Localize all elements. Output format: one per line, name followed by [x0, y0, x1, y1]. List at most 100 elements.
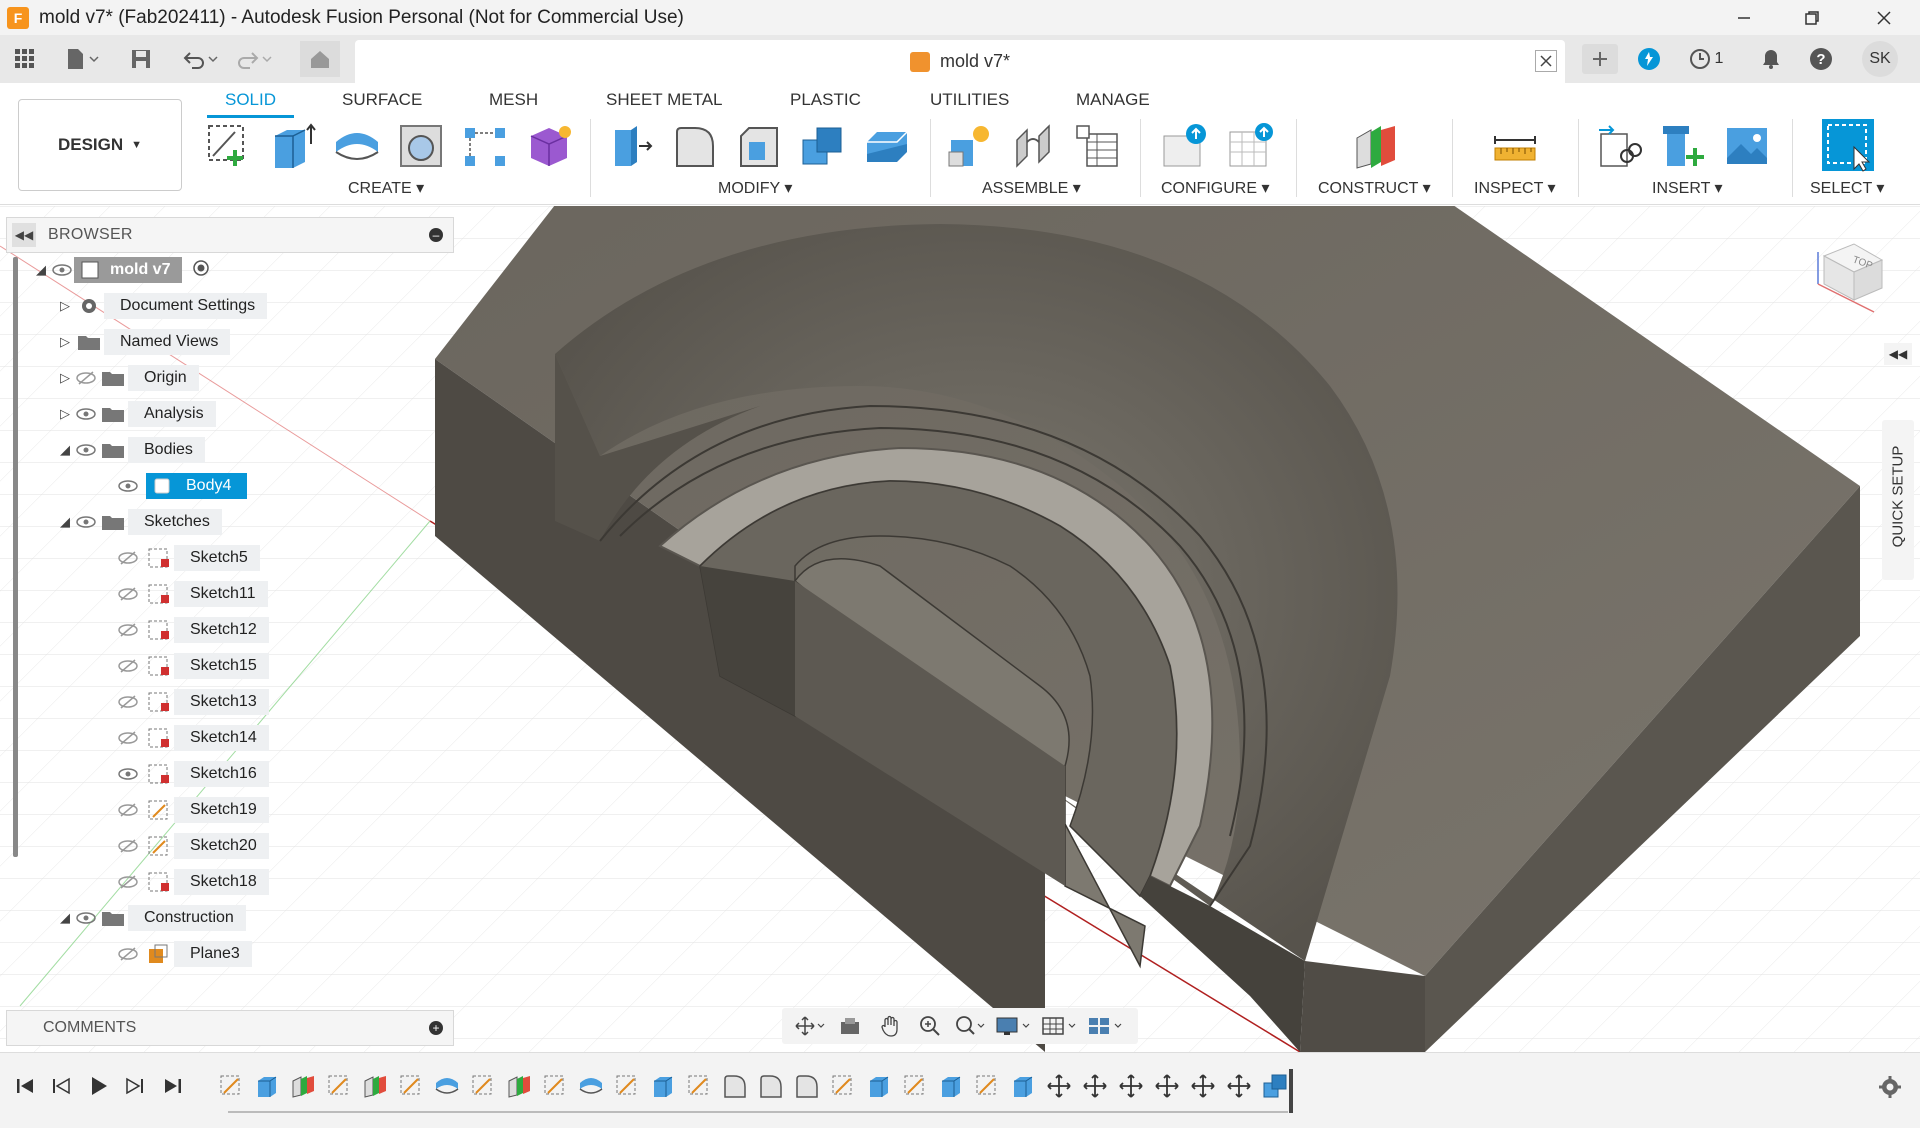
new-component-button[interactable]	[944, 121, 994, 171]
close-tab-button[interactable]	[1535, 50, 1557, 72]
viewports-button[interactable]	[1082, 1011, 1128, 1041]
tree-item-construction[interactable]: ◢ Construction	[56, 903, 246, 933]
joint-button[interactable]	[1008, 121, 1058, 171]
job-status-button[interactable]: 1	[1684, 44, 1728, 74]
timeline-marker[interactable]	[1289, 1069, 1293, 1113]
insert-mcmaster-button[interactable]	[1658, 121, 1708, 171]
extrude-button[interactable]	[268, 121, 318, 171]
offset-face-button[interactable]	[862, 121, 912, 171]
timeline-feature-move[interactable]	[1046, 1073, 1072, 1099]
notifications-button[interactable]	[1756, 44, 1786, 74]
tree-item-bodies[interactable]: ◢ Bodies	[56, 435, 205, 465]
expand-arrow-icon[interactable]: ▷	[56, 370, 74, 386]
tab-plastic[interactable]: PLASTIC	[790, 88, 861, 118]
eye-hidden-icon[interactable]	[116, 943, 140, 965]
workspace-switcher[interactable]: DESIGN ▼	[18, 99, 182, 191]
measure-button[interactable]	[1490, 121, 1540, 171]
timeline-feature-extrude[interactable]	[866, 1073, 892, 1099]
create-menu[interactable]: CREATE ▾	[348, 178, 424, 198]
combine-button[interactable]	[798, 121, 848, 171]
eye-hidden-icon[interactable]	[116, 655, 140, 677]
tab-solid[interactable]: SOLID	[207, 88, 295, 118]
hole-button[interactable]	[396, 121, 446, 171]
browser-scrollbar[interactable]	[13, 257, 18, 857]
eye-hidden-icon[interactable]	[74, 367, 98, 389]
timeline-feature-move[interactable]	[1190, 1073, 1216, 1099]
tree-item-plane3[interactable]: Plane3	[116, 939, 252, 969]
undo-button[interactable]	[178, 43, 222, 75]
collapse-arrow-icon[interactable]: ◢	[56, 514, 74, 530]
new-tab-button[interactable]	[1582, 44, 1618, 74]
tree-item-sketch5[interactable]: Sketch5	[116, 543, 260, 573]
insert-menu[interactable]: INSERT ▾	[1652, 178, 1723, 198]
select-button[interactable]	[1820, 117, 1876, 173]
tree-item-sketch14[interactable]: Sketch14	[116, 723, 269, 753]
timeline-feature-extrude[interactable]	[1010, 1073, 1036, 1099]
app-grid-button[interactable]	[10, 43, 40, 75]
eye-icon[interactable]	[116, 475, 140, 497]
select-menu[interactable]: SELECT ▾	[1810, 178, 1884, 198]
tab-mesh[interactable]: MESH	[489, 88, 538, 118]
timeline-feature-sketch[interactable]	[470, 1073, 496, 1099]
timeline-settings-button[interactable]	[1878, 1075, 1902, 1105]
configure-menu[interactable]: CONFIGURE ▾	[1161, 178, 1269, 198]
eye-hidden-icon[interactable]	[116, 727, 140, 749]
timeline-feature-sketch[interactable]	[398, 1073, 424, 1099]
timeline-feature-move[interactable]	[1118, 1073, 1144, 1099]
timeline-feature-revolve[interactable]	[578, 1073, 604, 1099]
comments-panel[interactable]: COMMENTS +	[6, 1010, 454, 1046]
tree-item-document-settings[interactable]: ▷ Document Settings	[56, 291, 268, 321]
orbit-button[interactable]	[790, 1011, 830, 1041]
extensions-button[interactable]	[1634, 44, 1664, 74]
display-settings-button[interactable]	[990, 1011, 1036, 1041]
expand-arrow-icon[interactable]: ▷	[56, 406, 74, 422]
timeline-feature-plane[interactable]	[290, 1073, 316, 1099]
fillet-button[interactable]	[670, 121, 720, 171]
tab-sheet-metal[interactable]: SHEET METAL	[606, 88, 723, 118]
timeline-feature-sketch[interactable]	[542, 1073, 568, 1099]
eye-hidden-icon[interactable]	[116, 547, 140, 569]
document-tab[interactable]: mold v7*	[355, 40, 1565, 83]
step-back-button[interactable]	[46, 1071, 76, 1101]
go-to-start-button[interactable]	[10, 1071, 40, 1101]
collapse-arrow-icon[interactable]: ◢	[56, 910, 74, 926]
timeline-feature-sketch[interactable]	[902, 1073, 928, 1099]
timeline-feature-move[interactable]	[1226, 1073, 1252, 1099]
configuration-table-button[interactable]	[1226, 121, 1276, 171]
timeline-feature-plane[interactable]	[506, 1073, 532, 1099]
step-forward-button[interactable]	[120, 1071, 150, 1101]
quick-setup-panel[interactable]: QUICK SETUP	[1882, 420, 1914, 580]
revolve-button[interactable]	[332, 121, 382, 171]
quick-setup-expand-button[interactable]: ◀◀	[1884, 343, 1912, 365]
zoom-button[interactable]	[910, 1011, 950, 1041]
tree-item-sketch11[interactable]: Sketch11	[116, 579, 268, 609]
pattern-button[interactable]	[460, 121, 510, 171]
tree-item-sketch13[interactable]: Sketch13	[116, 687, 269, 717]
eye-icon[interactable]	[74, 403, 98, 425]
construct-plane-button[interactable]	[1350, 121, 1400, 171]
eye-icon[interactable]	[74, 511, 98, 533]
restore-button[interactable]	[1784, 0, 1840, 35]
timeline-feature-fillet[interactable]	[794, 1073, 820, 1099]
go-to-end-button[interactable]	[158, 1071, 188, 1101]
collapse-browser-button[interactable]: ◀◀	[12, 223, 36, 247]
fit-button[interactable]	[950, 1011, 990, 1041]
timeline-feature-combine[interactable]	[1262, 1073, 1288, 1099]
minimize-browser-button[interactable]: –	[429, 228, 443, 242]
tree-root[interactable]: ◢ mold v7	[32, 255, 210, 285]
construct-menu[interactable]: CONSTRUCT ▾	[1318, 178, 1431, 198]
collapse-arrow-icon[interactable]: ◢	[56, 442, 74, 458]
timeline-feature-plane[interactable]	[362, 1073, 388, 1099]
timeline-feature-fillet[interactable]	[758, 1073, 784, 1099]
eye-icon[interactable]	[50, 259, 74, 281]
tab-surface[interactable]: SURFACE	[342, 88, 422, 118]
eye-hidden-icon[interactable]	[116, 691, 140, 713]
expand-arrow-icon[interactable]: ▷	[56, 298, 74, 314]
create-sketch-button[interactable]	[204, 121, 254, 171]
bill-of-materials-button[interactable]	[1072, 121, 1122, 171]
tab-manage[interactable]: MANAGE	[1076, 88, 1150, 118]
eye-hidden-icon[interactable]	[116, 835, 140, 857]
tree-item-sketch16[interactable]: Sketch16	[116, 759, 269, 789]
eye-hidden-icon[interactable]	[116, 583, 140, 605]
pan-button[interactable]	[870, 1011, 910, 1041]
